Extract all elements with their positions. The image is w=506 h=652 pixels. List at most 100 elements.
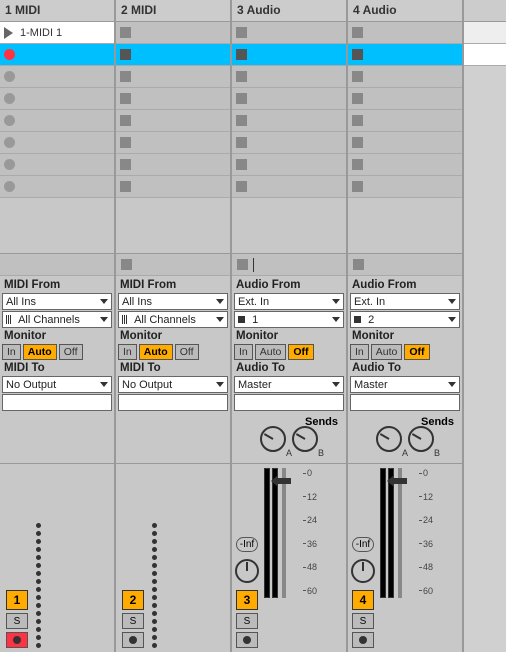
arm-button[interactable] [6, 632, 28, 648]
input-channel-dropdown[interactable]: All Channels [118, 311, 228, 328]
track-header[interactable]: 2 MIDI [116, 0, 230, 22]
clip-slot[interactable] [0, 66, 114, 88]
volume-fader[interactable] [282, 468, 286, 598]
drop-area[interactable] [116, 198, 230, 254]
output-type-dropdown[interactable]: No Output [2, 376, 112, 393]
arm-button[interactable] [352, 632, 374, 648]
solo-button[interactable]: S [6, 613, 28, 629]
send-b-knob[interactable] [408, 426, 434, 452]
input-channel-dropdown[interactable]: All Channels [2, 311, 112, 328]
monitor-off-button[interactable]: Off [404, 344, 429, 360]
track-status[interactable] [232, 254, 346, 276]
empty-track-area[interactable] [464, 0, 506, 652]
monitor-off-button[interactable]: Off [175, 344, 199, 360]
to-label: Audio To [350, 361, 460, 375]
monitor-auto-button[interactable]: Auto [371, 344, 403, 360]
output-type-dropdown[interactable]: No Output [118, 376, 228, 393]
send-a-knob[interactable] [260, 426, 286, 452]
clip-slot[interactable] [0, 132, 114, 154]
track-header[interactable]: 4 Audio [348, 0, 462, 22]
clip-name: 1-MIDI 1 [20, 27, 62, 39]
clip-slot[interactable] [348, 88, 462, 110]
clip-slot[interactable] [116, 88, 230, 110]
drop-area[interactable] [348, 198, 462, 254]
clip-slot[interactable] [348, 154, 462, 176]
output-channel-dropdown[interactable] [2, 394, 112, 411]
fader-handle[interactable] [393, 478, 407, 484]
input-type-dropdown[interactable]: Ext. In [350, 293, 460, 310]
drop-area[interactable] [232, 198, 346, 254]
clip-slot[interactable] [0, 176, 114, 198]
monitor-in-button[interactable]: In [234, 344, 253, 360]
monitor-in-button[interactable]: In [350, 344, 369, 360]
track-activator-button[interactable]: 1 [6, 590, 28, 610]
solo-button[interactable]: S [122, 613, 144, 629]
clip-slot-selected[interactable] [0, 44, 114, 66]
track-activator-button[interactable]: 2 [122, 590, 144, 610]
send-b-knob[interactable] [292, 426, 318, 452]
clip-slot[interactable] [348, 22, 462, 44]
track-status[interactable] [116, 254, 230, 276]
track-header[interactable]: 3 Audio [232, 0, 346, 22]
clip-slot[interactable] [0, 110, 114, 132]
clip-slot[interactable] [0, 154, 114, 176]
track-activator-button[interactable]: 3 [236, 590, 258, 610]
send-a-knob[interactable] [376, 426, 402, 452]
drop-area[interactable] [0, 198, 114, 254]
clip-slot[interactable] [232, 22, 346, 44]
input-type-dropdown[interactable]: All Ins [118, 293, 228, 310]
clip-slot[interactable] [116, 132, 230, 154]
track-status[interactable] [0, 254, 114, 276]
clip-slot[interactable] [232, 110, 346, 132]
clip-slot[interactable] [348, 176, 462, 198]
track-activator-button[interactable]: 4 [352, 590, 374, 610]
clip-slot[interactable] [232, 176, 346, 198]
monitor-in-button[interactable]: In [118, 344, 137, 360]
input-type-dropdown[interactable]: All Ins [2, 293, 112, 310]
clip-slot[interactable]: 1-MIDI 1 [0, 22, 114, 44]
fader-handle[interactable] [277, 478, 291, 484]
monitor-off-button[interactable]: Off [288, 344, 313, 360]
volume-display[interactable]: -Inf [236, 537, 258, 552]
clip-slot[interactable] [116, 22, 230, 44]
clip-slot-selected[interactable] [116, 44, 230, 66]
input-channel-dropdown[interactable]: 1 [234, 311, 344, 328]
monitor-auto-button[interactable]: Auto [23, 344, 57, 360]
input-type-dropdown[interactable]: Ext. In [234, 293, 344, 310]
monitor-in-button[interactable]: In [2, 344, 21, 360]
volume-display[interactable]: -Inf [352, 537, 374, 552]
clip-slot[interactable] [232, 154, 346, 176]
arm-button[interactable] [122, 632, 144, 648]
clip-slot[interactable] [348, 110, 462, 132]
clip-slot[interactable] [116, 176, 230, 198]
clip-slot[interactable] [348, 66, 462, 88]
clip-slot[interactable] [116, 110, 230, 132]
volume-fader[interactable] [398, 468, 402, 598]
clip-slot[interactable] [116, 154, 230, 176]
monitor-auto-button[interactable]: Auto [255, 344, 287, 360]
clip-slot[interactable] [232, 88, 346, 110]
clip-slot-selected[interactable] [232, 44, 346, 66]
clip-slot[interactable] [116, 66, 230, 88]
solo-button[interactable]: S [352, 613, 374, 629]
monitor-off-button[interactable]: Off [59, 344, 83, 360]
play-icon[interactable] [4, 27, 13, 39]
pan-knob[interactable] [235, 559, 259, 583]
output-channel-dropdown[interactable] [118, 394, 228, 411]
monitor-auto-button[interactable]: Auto [139, 344, 173, 360]
output-channel-dropdown[interactable] [234, 394, 344, 411]
track-header[interactable]: 1 MIDI [0, 0, 114, 22]
clip-slot[interactable] [348, 132, 462, 154]
output-type-dropdown[interactable]: Master [350, 376, 460, 393]
arm-button[interactable] [236, 632, 258, 648]
clip-slot[interactable] [232, 66, 346, 88]
output-channel-dropdown[interactable] [350, 394, 460, 411]
track-status[interactable] [348, 254, 462, 276]
input-channel-dropdown[interactable]: 2 [350, 311, 460, 328]
clip-slot-selected[interactable] [348, 44, 462, 66]
clip-slot[interactable] [232, 132, 346, 154]
pan-knob[interactable] [351, 559, 375, 583]
output-type-dropdown[interactable]: Master [234, 376, 344, 393]
clip-slot[interactable] [0, 88, 114, 110]
solo-button[interactable]: S [236, 613, 258, 629]
